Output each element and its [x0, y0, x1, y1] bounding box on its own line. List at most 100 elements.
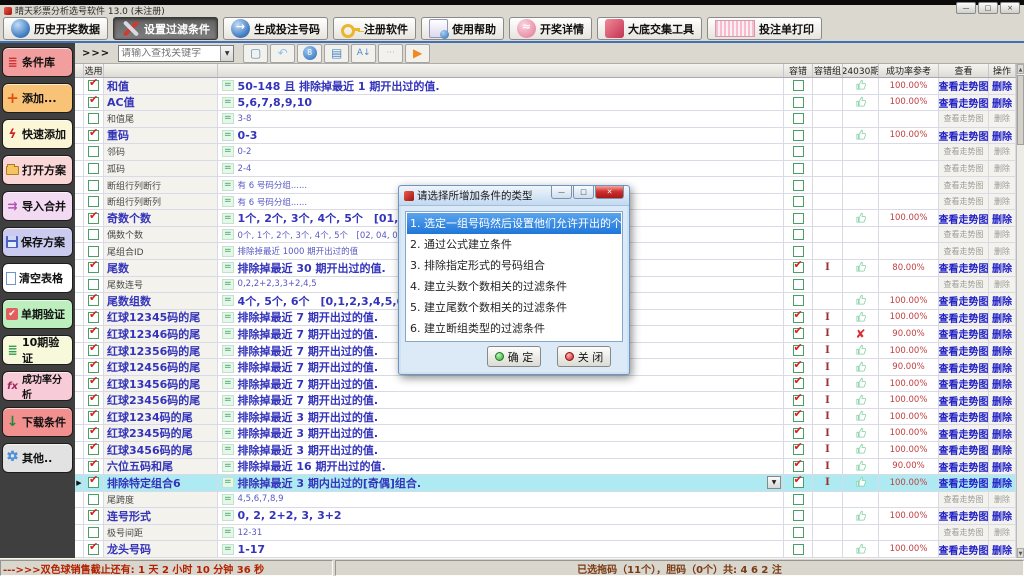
- dialog-list-item[interactable]: 4. 建立头数个数相关的过滤条件: [407, 276, 621, 297]
- tolerance-checkbox[interactable]: [793, 80, 804, 91]
- view-trend-link[interactable]: 查看走势图: [944, 113, 984, 124]
- dialog-list-item[interactable]: 6. 建立断组类型的过滤条件: [407, 318, 621, 339]
- table-row[interactable]: 极号间距=12-31查看走势图删除: [75, 525, 1016, 542]
- tolerance-checkbox[interactable]: ✔: [793, 461, 804, 472]
- sidebar-item-single-verify[interactable]: ✔ 单期验证: [2, 299, 73, 329]
- row-selector[interactable]: [75, 227, 84, 243]
- tolerance-checkbox[interactable]: [793, 130, 804, 141]
- condition-desc[interactable]: =12-31: [218, 525, 784, 541]
- condition-name[interactable]: 红球3456码的尾: [104, 442, 218, 458]
- delete-link[interactable]: 删除: [994, 279, 1010, 290]
- table-row[interactable]: 和值尾=3-8查看走势图删除: [75, 111, 1016, 128]
- condition-name[interactable]: 六位五码和尾: [104, 459, 218, 475]
- row-selector[interactable]: [75, 78, 84, 94]
- tolerance-checkbox[interactable]: [793, 246, 804, 257]
- sidebar-item-clear-table[interactable]: 清空表格: [2, 263, 73, 293]
- view-trend-link[interactable]: 查看走势图: [939, 393, 989, 408]
- table-row[interactable]: ▶✔排除特定组合6=排除掉最近 3 期内出过的[奇偶]组合.▼✔I100.00%…: [75, 475, 1016, 492]
- delete-link[interactable]: 删除: [992, 542, 1012, 557]
- row-selector[interactable]: [75, 128, 84, 144]
- condition-name[interactable]: 重码: [104, 128, 218, 144]
- delete-link[interactable]: 删除: [994, 527, 1010, 538]
- view-trend-link[interactable]: 查看走势图: [939, 310, 989, 325]
- condition-desc[interactable]: =排除掉最近 3 期开出过的值.: [218, 442, 784, 458]
- delete-link[interactable]: 删除: [992, 508, 1012, 523]
- dialog-cancel-button[interactable]: 关 闭: [557, 346, 611, 367]
- table-row[interactable]: ✔红球1234码的尾=排除掉最近 3 期开出过的值.✔I100.00%查看走势图…: [75, 409, 1016, 426]
- condition-name[interactable]: 红球12356码的尾: [104, 343, 218, 359]
- condition-name[interactable]: 奇数个数: [104, 210, 218, 226]
- row-selector[interactable]: [75, 492, 84, 508]
- view-trend-link[interactable]: 查看走势图: [944, 246, 984, 257]
- condition-desc[interactable]: =4,5,6,7,8,9: [218, 492, 784, 508]
- screen-tool-button[interactable]: ▤: [324, 44, 349, 63]
- condition-name[interactable]: 尾数: [104, 260, 218, 276]
- view-trend-link[interactable]: 查看走势图: [939, 95, 989, 110]
- delete-link[interactable]: 删除: [992, 293, 1012, 308]
- condition-desc[interactable]: =0-2: [218, 144, 784, 160]
- view-trend-link[interactable]: 查看走势图: [939, 459, 989, 474]
- condition-desc[interactable]: =排除掉最近 3 期开出过的值.: [218, 425, 784, 441]
- condition-desc[interactable]: =排除掉最近 3 期开出过的值.: [218, 409, 784, 425]
- view-trend-link[interactable]: 查看走势图: [939, 409, 989, 424]
- condition-name[interactable]: 尾数组数: [104, 293, 218, 309]
- condition-name[interactable]: 极号间距: [104, 525, 218, 541]
- delete-link[interactable]: 删除: [992, 95, 1012, 110]
- row-checkbox[interactable]: ✔: [88, 80, 99, 91]
- condition-desc[interactable]: =0-3: [218, 128, 784, 144]
- tolerance-checkbox[interactable]: ✔: [793, 345, 804, 356]
- row-checkbox[interactable]: ✔: [88, 130, 99, 141]
- tolerance-checkbox[interactable]: [793, 163, 804, 174]
- view-trend-link[interactable]: 查看走势图: [944, 196, 984, 207]
- view-trend-link[interactable]: 查看走势图: [944, 229, 984, 240]
- view-trend-link[interactable]: 查看走势图: [939, 128, 989, 143]
- sidebar-item-condition-library[interactable]: ≣ 条件库: [2, 47, 73, 77]
- row-selector[interactable]: [75, 425, 84, 441]
- row-checkbox[interactable]: ✔: [88, 97, 99, 108]
- row-selector[interactable]: [75, 243, 84, 259]
- view-trend-link[interactable]: 查看走势图: [944, 494, 984, 505]
- row-selector[interactable]: [75, 459, 84, 475]
- tolerance-checkbox[interactable]: ✔: [793, 411, 804, 422]
- delete-link[interactable]: 删除: [992, 128, 1012, 143]
- draw-details-button[interactable]: 开奖详情: [509, 17, 592, 40]
- row-selector[interactable]: [75, 161, 84, 177]
- row-checkbox[interactable]: ✔: [88, 444, 99, 455]
- tolerance-checkbox[interactable]: [793, 97, 804, 108]
- search-input[interactable]: [119, 48, 220, 59]
- view-trend-link[interactable]: 查看走势图: [944, 180, 984, 191]
- condition-desc[interactable]: =0, 2, 2+2, 3, 3+2: [218, 508, 784, 524]
- delete-link[interactable]: 删除: [994, 196, 1010, 207]
- view-trend-link[interactable]: 查看走势图: [939, 442, 989, 457]
- search-combobox[interactable]: ▼: [118, 45, 234, 62]
- row-checkbox[interactable]: [88, 494, 99, 505]
- minimize-button[interactable]: —: [956, 2, 976, 14]
- row-checkbox[interactable]: ✔: [88, 544, 99, 555]
- table-row[interactable]: ✔红球2345码的尾=排除掉最近 3 期开出过的值.✔I100.00%查看走势图…: [75, 425, 1016, 442]
- delete-link[interactable]: 删除: [994, 229, 1010, 240]
- delete-link[interactable]: 删除: [994, 180, 1010, 191]
- sidebar-item-other[interactable]: 其他..: [2, 443, 73, 473]
- condition-desc[interactable]: =3-8: [218, 111, 784, 127]
- condition-name[interactable]: 红球2345码的尾: [104, 425, 218, 441]
- condition-desc[interactable]: =排除掉最近 3 期内出过的[奇偶]组合.▼: [218, 475, 784, 491]
- tolerance-checkbox[interactable]: ✔: [793, 378, 804, 389]
- row-checkbox[interactable]: ✔: [88, 262, 99, 273]
- row-checkbox[interactable]: [88, 229, 99, 240]
- row-selector[interactable]: [75, 210, 84, 226]
- row-selector[interactable]: [75, 194, 84, 210]
- view-trend-link[interactable]: 查看走势图: [944, 146, 984, 157]
- view-trend-link[interactable]: 查看走势图: [939, 475, 989, 490]
- help-button[interactable]: 使用帮助: [421, 17, 504, 40]
- tolerance-checkbox[interactable]: [793, 295, 804, 306]
- vertical-scrollbar[interactable]: ▲ ▼: [1016, 64, 1024, 558]
- filter-settings-button[interactable]: 设置过滤条件: [113, 17, 218, 40]
- delete-link[interactable]: 删除: [992, 376, 1012, 391]
- row-checkbox[interactable]: [88, 527, 99, 538]
- dialog-minimize-button[interactable]: —: [551, 186, 572, 199]
- condition-name[interactable]: 断组行列断列: [104, 194, 218, 210]
- sidebar-item-download-conditions[interactable]: ↓ 下载条件: [2, 407, 73, 437]
- row-selector[interactable]: [75, 310, 84, 326]
- sidebar-item-ten-verify[interactable]: ≣ 10期验证: [2, 335, 73, 365]
- row-selector[interactable]: [75, 144, 84, 160]
